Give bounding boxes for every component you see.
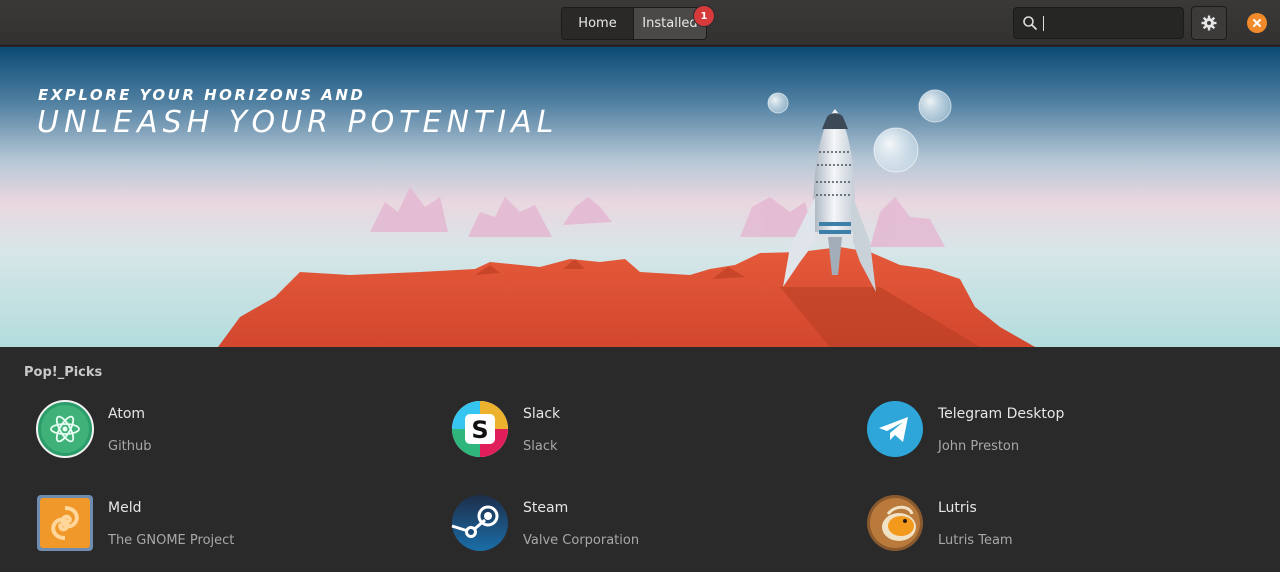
app-card-telegram-desktop[interactable]: Telegram Desktop John Preston	[866, 400, 1246, 470]
app-name: Steam	[523, 500, 569, 516]
close-button[interactable]	[1247, 13, 1267, 33]
lutris-icon	[867, 495, 923, 551]
app-developer: Slack	[523, 439, 558, 454]
text-cursor	[1043, 15, 1044, 31]
app-developer: The GNOME Project	[108, 533, 235, 548]
tab-home-label: Home	[578, 16, 617, 31]
search-input[interactable]	[1048, 15, 1178, 31]
app-card-atom[interactable]: Atom Github	[36, 400, 416, 470]
banner-tagline: EXPLORE YOUR HORIZONS AND	[38, 86, 366, 104]
search-field[interactable]	[1013, 7, 1184, 39]
telegram-icon	[867, 401, 923, 457]
app-developer: Lutris Team	[938, 533, 1013, 548]
app-card-slack[interactable]: S Slack Slack	[451, 400, 831, 470]
meld-icon	[37, 495, 93, 551]
app-name: Slack	[523, 406, 561, 422]
search-icon	[1023, 16, 1037, 30]
svg-text:S: S	[471, 416, 488, 444]
app-name: Telegram Desktop	[938, 406, 1065, 422]
section-title: Pop!_Picks	[24, 365, 103, 380]
app-name: Atom	[108, 406, 146, 422]
gear-icon	[1201, 15, 1217, 31]
app-developer: Github	[108, 439, 152, 454]
slack-icon: S	[452, 401, 508, 457]
tab-installed[interactable]: Installed 1	[634, 5, 715, 39]
app-card-steam[interactable]: Steam Valve Corporation	[451, 494, 831, 564]
settings-button[interactable]	[1191, 6, 1227, 40]
app-name: Meld	[108, 500, 142, 516]
app-card-meld[interactable]: Meld The GNOME Project	[36, 494, 416, 564]
steam-icon	[451, 495, 508, 551]
banner-headline: UNLEASH YOUR POTENTIAL	[37, 105, 559, 140]
app-name: Lutris	[938, 500, 977, 516]
app-developer: Valve Corporation	[523, 533, 640, 548]
tab-installed-label: Installed	[642, 16, 698, 31]
view-switcher: Home Installed 1	[561, 5, 715, 40]
updates-badge: 1	[693, 5, 715, 27]
hero-banner[interactable]: EXPLORE YOUR HORIZONS AND UNLEASH YOUR P…	[0, 47, 1280, 347]
close-icon	[1253, 19, 1261, 27]
app-developer: John Preston	[938, 439, 1020, 454]
header-bar: Home Installed 1	[0, 0, 1280, 46]
tab-home[interactable]: Home	[562, 8, 634, 39]
app-card-lutris[interactable]: Lutris Lutris Team	[866, 494, 1246, 564]
atom-icon	[36, 400, 94, 458]
